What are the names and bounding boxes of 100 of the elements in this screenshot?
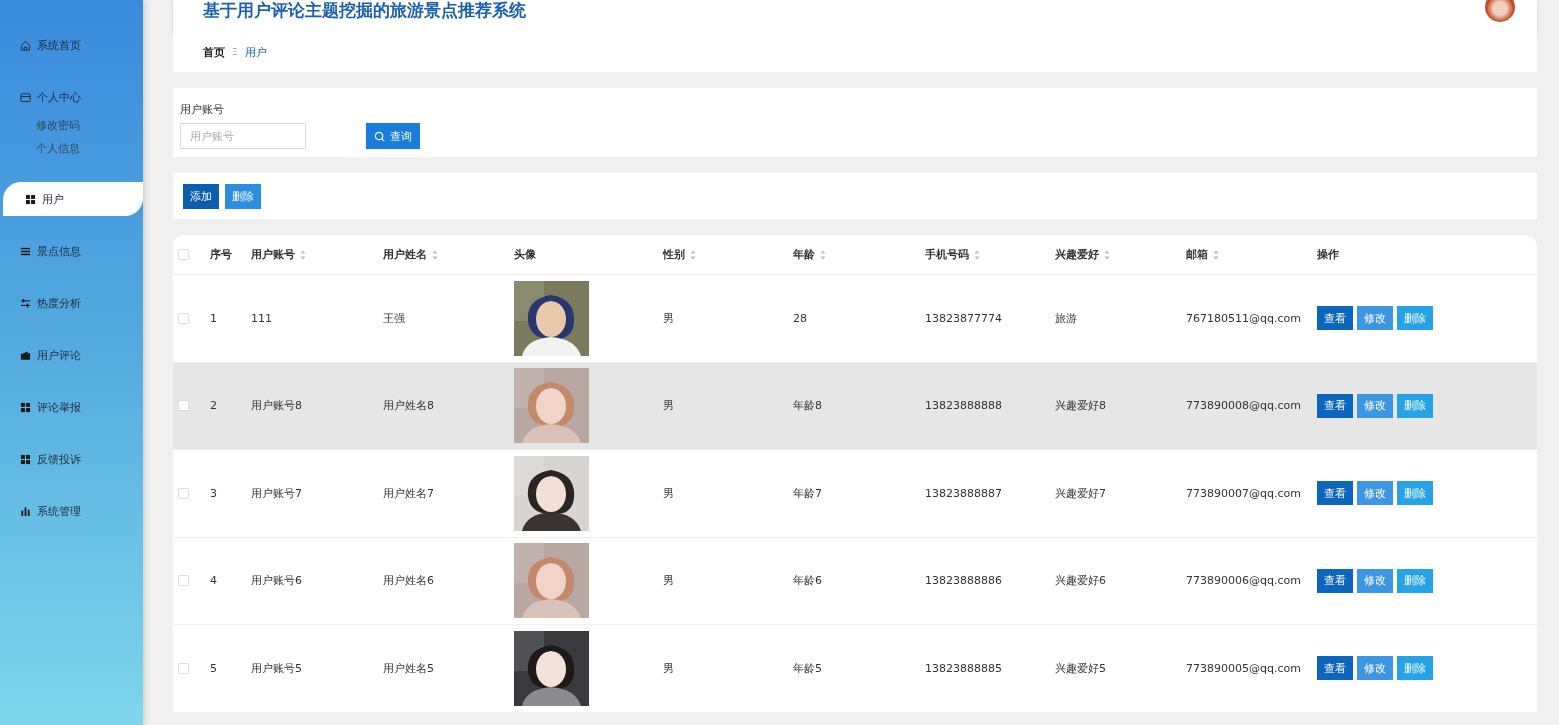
column-header: 序号 [210,247,232,262]
column-header: 头像 [514,247,536,262]
sidebar-item[interactable]: 评论举报 [0,394,143,420]
table-cell: 13823877774 [925,311,1002,325]
table-cell: 兴趣爱好7 [1055,485,1106,501]
table-cell: 用户账号6 [251,573,302,589]
table-cell: 1 [210,311,217,325]
sidebar-subitem[interactable]: 个人信息 [0,137,143,160]
view-button[interactable]: 查看 [1317,481,1353,506]
sidebar-item[interactable]: 个人中心 [0,84,143,110]
table-cell: 王强 [383,310,405,326]
table-cell: 13823888888 [925,399,1002,413]
sidebar-item[interactable]: 景点信息 [0,238,143,264]
breadcrumb-current: 用户 [244,44,267,60]
search-button[interactable]: 查询 [366,123,420,149]
column-header[interactable]: 兴趣爱好 [1055,247,1110,262]
edit-button[interactable]: 修改 [1357,568,1393,593]
table-row[interactable]: 2 用户账号8 用户姓名8 男 年龄8 13823888888 兴趣爱好8 773890008@qq.com 查看 修改 删除 [173,362,1537,450]
sort-icon[interactable] [974,249,980,260]
table-cell: 男 [663,660,674,676]
edit-button[interactable]: 修改 [1357,306,1393,331]
table-cell: 年龄6 [793,573,822,589]
checkbox[interactable] [178,575,189,587]
table-row[interactable]: 5 用户账号5 用户姓名5 男 年龄5 13823888885 兴趣爱好5 773890005@qq.com 查看 修改 删除 [173,625,1537,713]
search-field[interactable]: 用户账号 [180,123,306,149]
sort-icon[interactable] [432,249,438,260]
breadcrumb-link[interactable]: 首页 [203,44,225,60]
column-header[interactable]: 邮箱 [1186,247,1219,262]
checkbox[interactable] [178,400,189,412]
wallet-icon [20,349,31,361]
sort-icon[interactable] [690,249,696,260]
grid-icon [20,453,31,465]
edit-button[interactable]: 修改 [1357,393,1393,418]
view-button[interactable]: 查看 [1317,568,1353,593]
add-button[interactable]: 添加 [183,183,219,209]
checkbox[interactable] [178,249,189,260]
grid-icon [25,193,36,205]
table-cell: 773890007@qq.com [1186,486,1301,500]
sort-icon[interactable] [300,249,306,260]
table-cell: 年龄5 [793,660,822,676]
table-cell: 旅游 [1055,310,1077,326]
edit-button[interactable]: 修改 [1357,656,1393,681]
table-cell: 男 [663,485,674,501]
breadcrumb-separator: Ξ [232,47,238,57]
column-header: 操作 [1317,247,1339,262]
sidebar-item[interactable]: 反馈投诉 [0,446,143,472]
table-cell: 13823888886 [925,574,1002,588]
avatar-icon[interactable] [1485,0,1515,22]
table-cell: 3 [210,486,217,500]
sort-icon[interactable] [1213,249,1219,260]
field-label: 用户账号 [180,102,225,117]
checkbox[interactable] [178,312,189,324]
view-button[interactable]: 查看 [1317,656,1353,681]
table-cell: 兴趣爱好5 [1055,660,1106,676]
sidebar-subitem[interactable]: 修改密码 [0,114,143,137]
delete-button[interactable]: 删除 [225,183,261,209]
table-cell: 111 [251,311,272,325]
table-cell: 5 [210,661,217,675]
sidebar-item[interactable]: 热度分析 [0,290,143,316]
table-cell: 用户账号8 [251,398,302,414]
list-icon [20,245,31,257]
table-cell: 用户账号5 [251,660,302,676]
table-cell: 用户姓名6 [383,573,434,589]
table-cell: 兴趣爱好8 [1055,398,1106,414]
table-cell: 男 [663,310,674,326]
table-cell: 2 [210,399,217,413]
search-icon [374,130,385,142]
checkbox[interactable] [178,487,189,499]
view-button[interactable]: 查看 [1317,393,1353,418]
table-cell: 773890008@qq.com [1186,399,1301,413]
sidebar-item[interactable]: 系统管理 [0,498,143,524]
checkbox[interactable] [178,662,189,674]
column-header[interactable]: 手机号码 [925,247,980,262]
table-cell: 用户姓名7 [383,485,434,501]
table-row[interactable]: 4 用户账号6 用户姓名6 男 年龄6 13823888886 兴趣爱好6 773890006@qq.com 查看 修改 删除 [173,537,1537,625]
sidebar-item[interactable]: 系统首页 [0,32,143,58]
table-cell: 13823888887 [925,486,1002,500]
sidebar-item[interactable]: 用户 [3,182,143,216]
column-header[interactable]: 用户账号 [251,247,306,262]
table-cell: 13823888885 [925,661,1002,675]
sliders-icon [20,297,31,309]
bar-chart-icon [20,505,31,517]
home-icon [20,39,31,51]
table-row[interactable]: 1 111 王强 男 28 13823877774 旅游 767180511@qq.com 查看 修改 删除 [173,275,1537,363]
sort-icon[interactable] [820,249,826,260]
table-row[interactable]: 3 用户账号7 用户姓名7 男 年龄7 13823888887 兴趣爱好7 773890007@qq.com 查看 修改 删除 [173,450,1537,538]
sidebar-item[interactable]: 用户评论 [0,342,143,368]
table-cell: 男 [663,398,674,414]
sort-icon[interactable] [1104,249,1110,260]
edit-button[interactable]: 修改 [1357,481,1393,506]
column-header[interactable]: 年龄 [793,247,826,262]
view-button[interactable]: 查看 [1317,306,1353,331]
table-cell: 兴趣爱好6 [1055,573,1106,589]
table-cell: 773890005@qq.com [1186,661,1301,675]
column-header[interactable]: 用户姓名 [383,247,438,262]
table-cell: 用户姓名8 [383,398,434,414]
column-header[interactable]: 性别 [663,247,696,262]
table-cell: 28 [793,311,807,325]
card-icon [20,91,31,103]
table-cell: 男 [663,573,674,589]
